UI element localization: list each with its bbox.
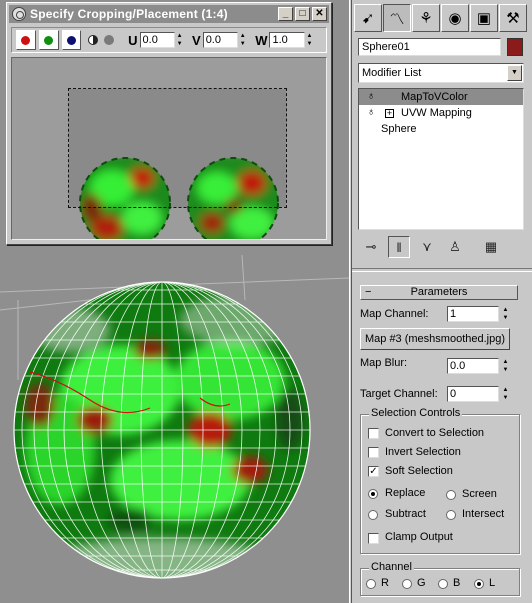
target-channel-input[interactable]: 0	[447, 386, 499, 402]
object-color-swatch[interactable]	[507, 38, 523, 56]
lightbulb-icon[interactable]: ♁	[367, 91, 377, 103]
soft-selection-label[interactable]: Soft Selection	[385, 465, 453, 477]
modify-tab-curve-icon[interactable]: 〽	[383, 4, 411, 32]
maximize-button[interactable]: □	[295, 7, 310, 21]
green-channel-button[interactable]	[38, 30, 59, 50]
dialog-title: Specify Cropping/Placement (1:4)	[30, 7, 228, 21]
w-input[interactable]: 1.0	[269, 32, 306, 48]
convert-to-selection-label[interactable]: Convert to Selection	[385, 427, 484, 439]
channel-r-label[interactable]: R	[381, 577, 389, 589]
v-label: V	[192, 32, 201, 48]
close-button[interactable]: ✕	[312, 7, 327, 21]
blue-channel-button[interactable]	[61, 30, 82, 50]
perspective-viewport[interactable]: Specify Cropping/Placement (1:4) _ □ ✕ U…	[0, 0, 349, 603]
app-logo-icon	[12, 7, 26, 21]
channel-b-label[interactable]: B	[453, 577, 460, 589]
map-blur-input[interactable]: 0.0	[447, 358, 499, 374]
crop-placement-dialog: Specify Cropping/Placement (1:4) _ □ ✕ U…	[6, 2, 332, 249]
channel-b-radio[interactable]	[438, 579, 448, 589]
modifier-list-dropdown[interactable]: Modifier List ▼	[358, 63, 524, 83]
subtract-label[interactable]: Subtract	[385, 508, 426, 520]
soft-selection-checkbox[interactable]: ✓	[368, 466, 379, 477]
channel-r-radio[interactable]	[366, 579, 376, 589]
parameters-rollout-header[interactable]: − Parameters	[360, 285, 518, 300]
u-label: U	[128, 32, 138, 48]
texture-preview-canvas[interactable]	[11, 57, 327, 249]
map-button[interactable]: Map #3 (meshsmoothed.jpg)	[360, 328, 510, 350]
map-blur-spinner[interactable]: ▲ ▼	[501, 358, 510, 374]
display-tab-icon[interactable]: ▣	[470, 4, 498, 32]
hierarchy-tab-icon[interactable]: ⚘	[412, 4, 440, 32]
clamp-output-checkbox[interactable]	[368, 533, 379, 544]
remove-modifier-icon[interactable]: ♙	[444, 236, 466, 258]
stack-item-uvw-mapping[interactable]: ♁ + UVW Mapping	[359, 105, 523, 121]
stack-item-maptovcolor[interactable]: ♁ MapToVColor	[359, 89, 523, 105]
command-panel: ➹ 〽 ⚘ ◉ ▣ ⚒ Sphere01 Modifier List ▼ ♁ M…	[352, 0, 532, 603]
command-panel-tabs: ➹ 〽 ⚘ ◉ ▣ ⚒	[354, 4, 530, 32]
show-end-result-icon[interactable]: ‖	[388, 236, 410, 258]
screen-label[interactable]: Screen	[462, 488, 497, 500]
intersect-label[interactable]: Intersect	[462, 508, 504, 520]
channel-g-label[interactable]: G	[417, 577, 426, 589]
invert-selection-checkbox[interactable]	[368, 447, 379, 458]
v-input[interactable]: 0.0	[202, 32, 239, 48]
replace-radio[interactable]	[368, 489, 378, 499]
map-channel-label: Map Channel:	[360, 308, 429, 320]
lightbulb-icon[interactable]: ♁	[367, 107, 377, 119]
app-root: Specify Cropping/Placement (1:4) _ □ ✕ U…	[0, 0, 532, 603]
dialog-toolbar: U 0.0 ▲ ▼ V 0.0 ▲ ▼ W 1.0 ▲ ▼	[11, 27, 327, 53]
utilities-tab-hammer-icon[interactable]: ⚒	[499, 4, 527, 32]
dialog-titlebar[interactable]: Specify Cropping/Placement (1:4) _ □ ✕	[9, 5, 329, 23]
object-name-input[interactable]: Sphere01	[358, 38, 501, 56]
make-unique-icon[interactable]: ⋎	[416, 236, 438, 258]
channel-g-radio[interactable]	[402, 579, 412, 589]
invert-selection-label[interactable]: Invert Selection	[385, 446, 461, 458]
map-blur-label: Map Blur:	[360, 357, 408, 369]
chevron-down-icon[interactable]: ▼	[507, 65, 522, 81]
create-tab-cursor-icon[interactable]: ➹	[354, 4, 382, 32]
stack-item-sphere[interactable]: Sphere	[359, 121, 523, 137]
stack-item-label: UVW Mapping	[401, 107, 472, 119]
pin-stack-icon[interactable]: ⊸	[360, 236, 382, 258]
screen-radio[interactable]	[446, 490, 456, 500]
subtract-radio[interactable]	[368, 510, 378, 520]
modifier-stack[interactable]: ♁ MapToVColor ♁ + UVW Mapping Sphere	[358, 88, 524, 230]
u-spinner[interactable]: ▲ ▼	[175, 32, 184, 48]
stack-item-label: MapToVColor	[401, 91, 468, 103]
selection-controls-title: Selection Controls	[369, 407, 463, 419]
convert-to-selection-checkbox[interactable]	[368, 428, 379, 439]
clamp-output-label[interactable]: Clamp Output	[385, 531, 453, 543]
channel-l-radio[interactable]	[474, 579, 484, 589]
modifier-list-label: Modifier List	[362, 67, 422, 79]
map-channel-input[interactable]: 1	[447, 306, 499, 322]
red-dot-icon	[21, 35, 31, 45]
replace-label[interactable]: Replace	[385, 487, 425, 499]
collapse-minus-icon[interactable]: −	[365, 286, 371, 299]
intersect-radio[interactable]	[446, 510, 456, 520]
expand-plus-icon[interactable]: +	[385, 109, 394, 118]
u-input[interactable]: 0.0	[139, 32, 176, 48]
crop-region[interactable]	[68, 88, 287, 208]
alpha-toggle-icon[interactable]	[88, 35, 99, 45]
map-channel-spinner[interactable]: ▲ ▼	[501, 306, 510, 322]
target-channel-label: Target Channel:	[360, 388, 438, 400]
stack-item-label: Sphere	[381, 123, 417, 135]
w-label: W	[255, 32, 268, 48]
motion-tab-icon[interactable]: ◉	[441, 4, 469, 32]
configure-modifier-sets-icon[interactable]: ▦	[480, 236, 502, 258]
minimize-button[interactable]: _	[278, 7, 293, 21]
channel-title: Channel	[369, 561, 414, 573]
green-dot-icon	[44, 35, 54, 45]
blue-dot-icon	[66, 35, 76, 45]
channel-l-label[interactable]: L	[489, 577, 495, 589]
panel-separator	[352, 268, 532, 272]
red-channel-button[interactable]	[16, 30, 36, 50]
target-channel-spinner[interactable]: ▲ ▼	[501, 386, 510, 402]
w-spinner[interactable]: ▲ ▼	[305, 32, 314, 48]
v-spinner[interactable]: ▲ ▼	[238, 32, 247, 48]
rollout-title: Parameters	[410, 286, 468, 298]
mono-toggle-icon[interactable]	[104, 35, 115, 45]
stack-toolbar: ⊸ ‖ ⋎ ♙ ▦	[360, 236, 526, 258]
